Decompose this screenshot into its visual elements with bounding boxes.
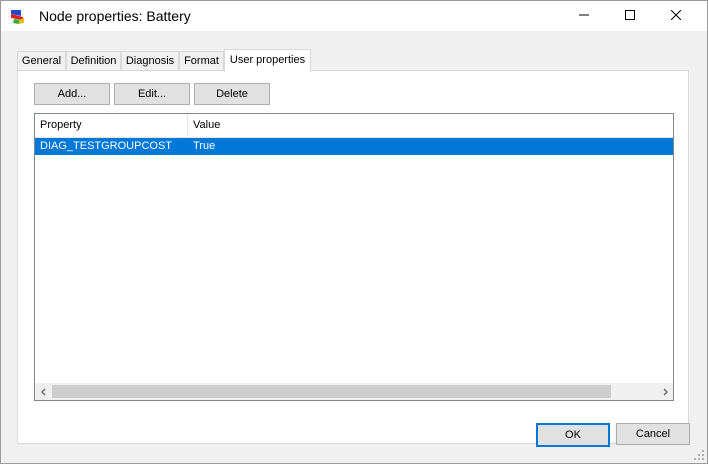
list-header: Property Value <box>35 114 673 138</box>
dialog-window: Node properties: Battery General Definit… <box>0 0 708 464</box>
tab-user-properties[interactable]: User properties <box>224 49 311 72</box>
table-row[interactable]: DIAG_TESTGROUPCOST True <box>35 138 673 155</box>
horizontal-scrollbar[interactable] <box>35 383 673 400</box>
title-bar[interactable]: Node properties: Battery <box>1 1 707 31</box>
app-icon <box>10 9 26 25</box>
column-header-property[interactable]: Property <box>35 114 187 137</box>
close-icon <box>670 9 682 23</box>
minimize-button[interactable] <box>561 1 607 31</box>
edit-button[interactable]: Edit... <box>114 83 190 105</box>
close-button[interactable] <box>653 1 699 31</box>
tab-general[interactable]: General <box>17 51 66 71</box>
chevron-right-icon <box>661 385 669 399</box>
cancel-button[interactable]: Cancel <box>616 423 690 445</box>
chevron-left-icon <box>40 385 48 399</box>
maximize-button[interactable] <box>607 1 653 31</box>
resize-grip-icon[interactable] <box>693 449 705 461</box>
dialog-content: General Definition Diagnosis Format User… <box>1 31 707 463</box>
scrollbar-thumb[interactable] <box>52 385 611 398</box>
row-value-cell: True <box>193 140 216 152</box>
add-button[interactable]: Add... <box>34 83 110 105</box>
user-properties-panel: Add... Edit... Delete Property Value DIA… <box>17 70 689 444</box>
row-property-cell: DIAG_TESTGROUPCOST <box>40 140 173 152</box>
column-header-value[interactable]: Value <box>188 114 488 137</box>
ok-button[interactable]: OK <box>536 423 610 447</box>
minimize-icon <box>579 9 589 23</box>
scroll-left-button[interactable] <box>35 383 52 400</box>
maximize-icon <box>625 9 635 23</box>
delete-button[interactable]: Delete <box>194 83 270 105</box>
tab-definition[interactable]: Definition <box>66 51 121 71</box>
tab-format[interactable]: Format <box>179 51 224 71</box>
properties-list[interactable]: Property Value DIAG_TESTGROUPCOST True <box>34 113 674 401</box>
scroll-right-button[interactable] <box>656 383 673 400</box>
window-title: Node properties: Battery <box>39 8 191 24</box>
tab-diagnosis[interactable]: Diagnosis <box>121 51 179 71</box>
